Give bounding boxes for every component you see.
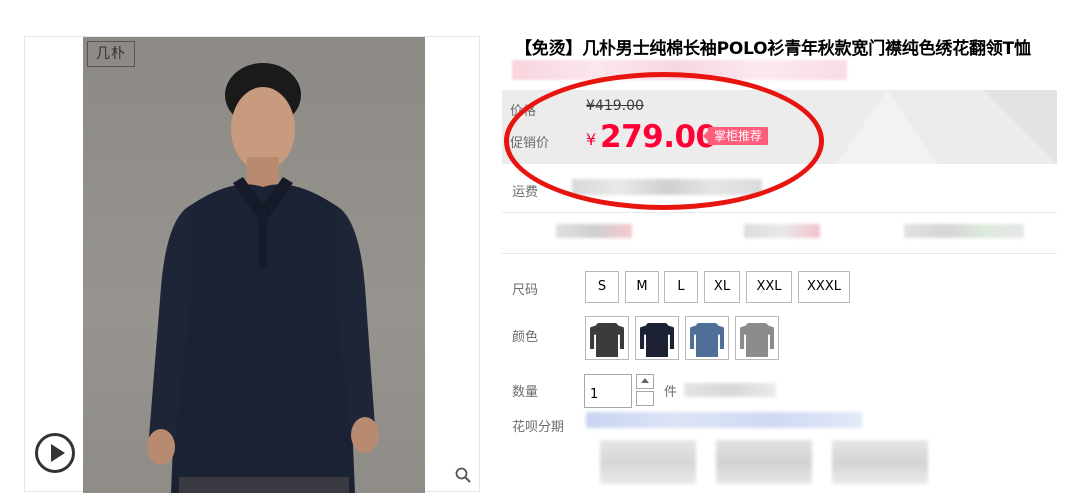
shipping-info-blurred <box>572 179 762 195</box>
shipping-label: 运费 <box>512 185 539 200</box>
divider <box>502 212 1057 213</box>
size-option-m[interactable]: M <box>625 271 659 303</box>
price-panel: 价格 ¥419.00 促销价 ¥ 279.00 掌柜推荐 <box>502 90 1057 164</box>
chevron-down-icon[interactable] <box>636 391 654 406</box>
product-gallery: 几朴 <box>24 36 480 493</box>
color-swatch-blue[interactable] <box>685 316 729 360</box>
magnifier-icon[interactable] <box>455 467 471 483</box>
installment-option-blurred[interactable] <box>716 440 812 484</box>
promo-price: 279.00 <box>600 119 717 155</box>
installment-option-blurred[interactable] <box>600 440 696 484</box>
color-swatch-gray[interactable] <box>735 316 779 360</box>
quantity-label: 数量 <box>512 385 539 400</box>
price-panel-decoration <box>983 90 1057 164</box>
quantity-unit: 件 <box>664 385 678 400</box>
original-price-label: 价格 <box>510 104 537 119</box>
original-price: ¥419.00 <box>586 98 644 114</box>
stock-info-blurred <box>684 383 776 397</box>
promo-price-label: 促销价 <box>510 136 550 151</box>
product-subtitle-blurred <box>512 60 847 80</box>
size-option-s[interactable]: S <box>585 271 619 303</box>
product-title: 【免烫】几朴男士纯棉长袖POLO衫青年秋款宽门襟纯色绣花翻领T恤 <box>515 39 1031 59</box>
recommend-badge: 掌柜推荐 <box>702 127 769 145</box>
chevron-up-icon[interactable] <box>636 374 654 389</box>
size-option-xxxl[interactable]: XXXL <box>798 271 850 303</box>
color-swatch-navy[interactable] <box>635 316 679 360</box>
size-option-l[interactable]: L <box>664 271 698 303</box>
stat-reviews-blurred <box>744 224 820 238</box>
color-swatch-dark-gray[interactable] <box>585 316 629 360</box>
stat-points-blurred <box>904 224 1024 238</box>
size-label: 尺码 <box>512 283 539 298</box>
size-option-xxl[interactable]: XXL <box>746 271 792 303</box>
price-panel-decoration <box>837 90 937 164</box>
divider <box>502 253 1057 254</box>
play-video-button[interactable] <box>35 433 75 473</box>
installment-info-blurred <box>586 412 862 428</box>
installment-option-blurred[interactable] <box>832 440 928 484</box>
size-option-xl[interactable]: XL <box>704 271 740 303</box>
model-figure <box>147 63 379 493</box>
color-label: 颜色 <box>512 330 539 345</box>
quantity-input[interactable]: 1 <box>584 374 632 408</box>
stat-sales-blurred <box>556 224 632 238</box>
installment-label: 花呗分期 <box>512 420 565 435</box>
promo-currency: ¥ <box>586 130 597 149</box>
product-main-image[interactable]: 几朴 <box>83 37 425 493</box>
